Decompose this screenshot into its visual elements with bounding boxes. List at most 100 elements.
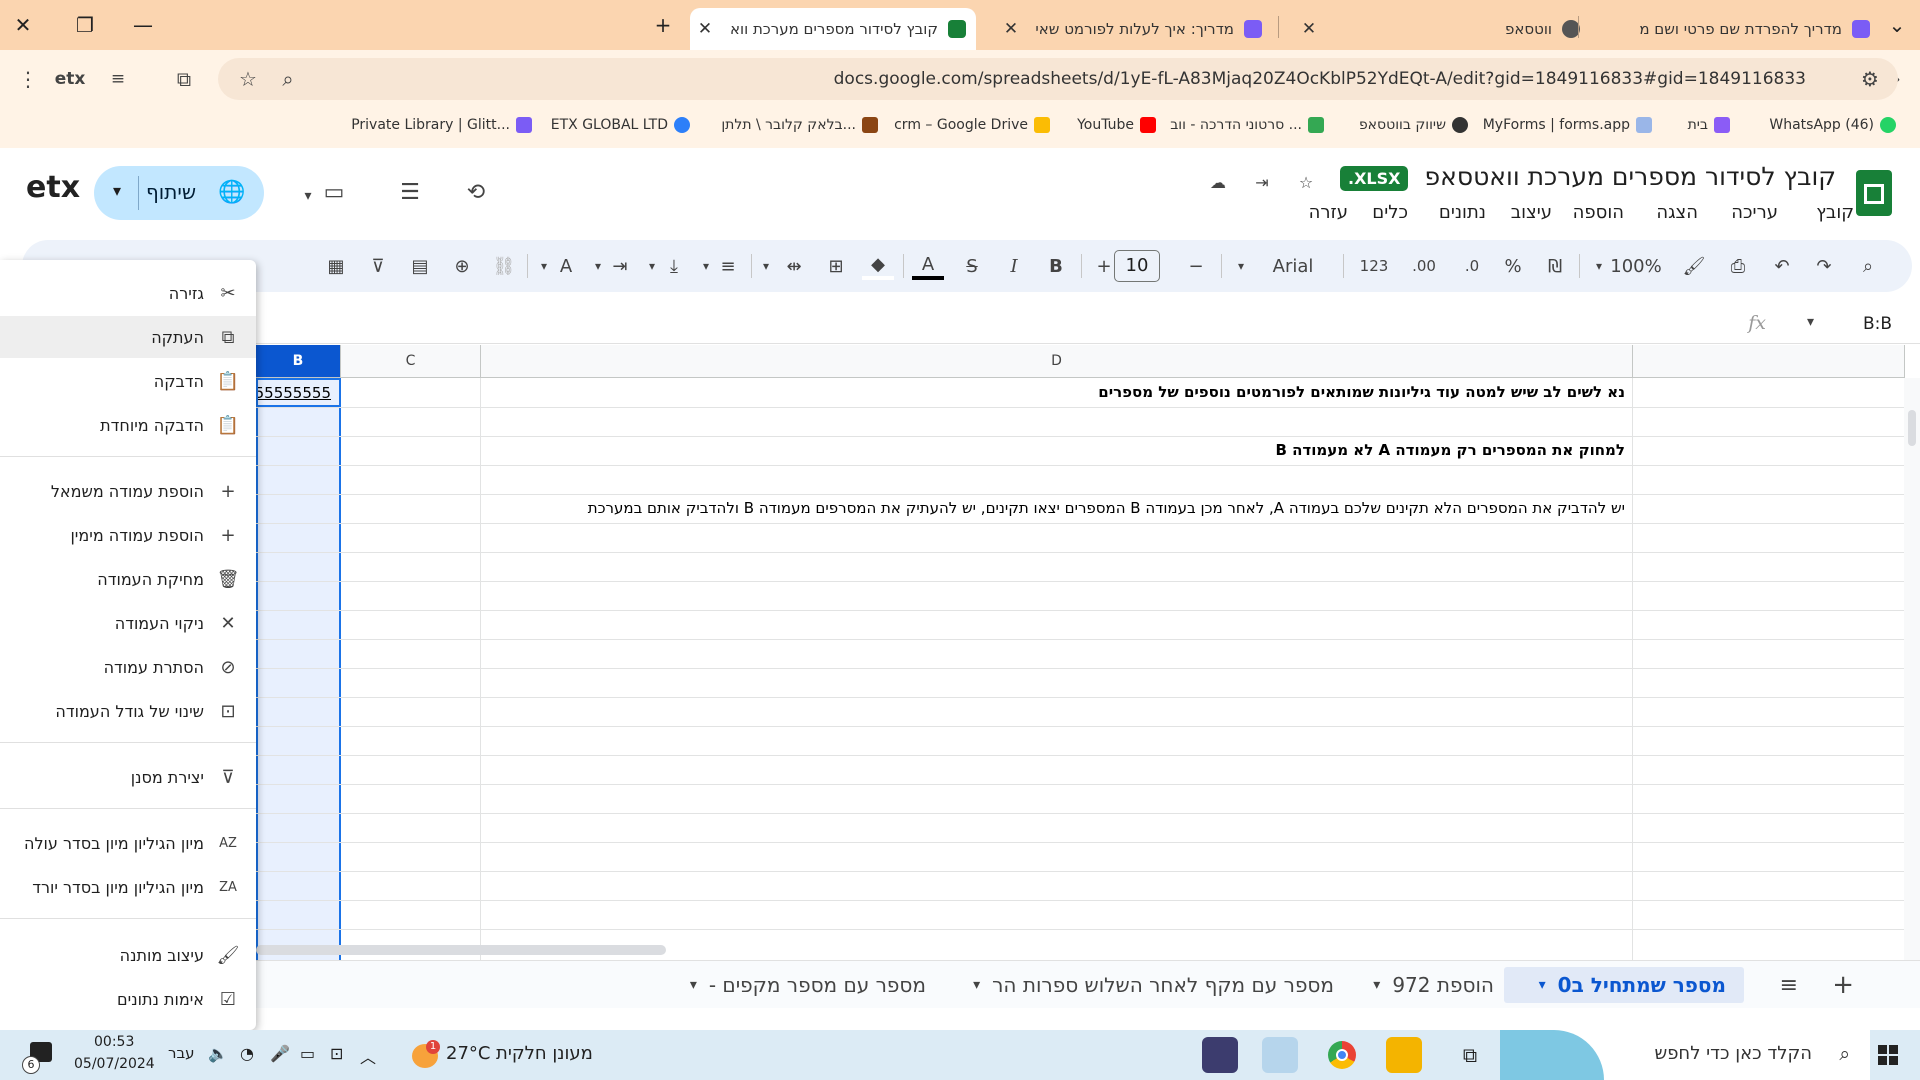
document-title[interactable]: קובץ לסידור מספרים מערכת וואטסאפ: [1425, 162, 1836, 191]
increase-decimal-button[interactable]: .00: [1406, 252, 1442, 280]
borders-icon[interactable]: ⊞: [822, 252, 850, 280]
bookmark-training-videos[interactable]: סרטוני הדרכה - ווב ...: [1170, 117, 1324, 133]
temperature[interactable]: 27°C: [446, 1043, 490, 1064]
print-icon[interactable]: ⎙: [1724, 252, 1752, 280]
close-tab-icon[interactable]: ✕: [1296, 19, 1322, 39]
menu-item-resize-column[interactable]: שינוי של גודל העמודה ⊡: [0, 690, 256, 732]
menu-item-create-filter[interactable]: יצירת מסנן ⊽: [0, 756, 256, 798]
bookmark-black-clover[interactable]: בלאק קלובר \ תלתן...: [721, 117, 878, 133]
bookmark-whatsapp[interactable]: WhatsApp (46): [1769, 117, 1896, 133]
zoom-lens-icon[interactable]: ⌕: [270, 61, 306, 97]
bookmark-whatsapp-marketing[interactable]: שיווק בווטסאפ: [1359, 117, 1468, 133]
url-text[interactable]: docs.google.com/spreadsheets/d/1yE-fL-A8…: [834, 69, 1806, 89]
etx-extension-icon[interactable]: etx: [52, 61, 88, 97]
address-bar[interactable]: ☆ ⌕ docs.google.com/spreadsheets/d/1yE-f…: [218, 58, 1898, 100]
increase-font-size-button[interactable]: +: [1090, 252, 1118, 280]
menu-item-conditional-formatting[interactable]: עיצוב מותנה 🖌: [0, 934, 256, 976]
menu-item-sort-descending[interactable]: מיון הגיליון מיון בסדר יורד ZA: [0, 866, 256, 908]
menu-item-clear-column[interactable]: ניקוי העמודה ✕: [0, 602, 256, 644]
valign-chevron-down-icon[interactable]: ▾: [644, 252, 660, 280]
paint-format-icon[interactable]: 🖌: [1680, 252, 1708, 280]
menu-item-delete-column[interactable]: מחיקת העמודה 🗑: [0, 558, 256, 600]
extensions-puzzle-icon[interactable]: ⧉: [166, 61, 202, 97]
insert-link-icon[interactable]: ⛓: [490, 252, 518, 280]
column-header-d[interactable]: D: [481, 345, 1633, 378]
menu-format[interactable]: עיצוב: [1511, 202, 1552, 223]
cell-d1[interactable]: נא לשים לב שיש למטה עוד גיליונות שמותאים…: [481, 378, 1629, 407]
font-chevron-down-icon[interactable]: ▾: [1232, 252, 1250, 280]
menu-data[interactable]: נתונים: [1439, 202, 1486, 223]
browser-menu-icon[interactable]: ⋮: [10, 61, 46, 97]
vertical-align-icon[interactable]: ⤓: [660, 252, 688, 280]
clock-date[interactable]: 05/07/2024: [74, 1056, 155, 1072]
file-explorer-icon[interactable]: [1386, 1037, 1422, 1073]
sheets-logo-icon[interactable]: [1856, 170, 1892, 216]
move-folder-icon[interactable]: ⇥: [1246, 166, 1278, 198]
close-tab-icon[interactable]: ✕: [692, 19, 718, 39]
menu-tools[interactable]: כלים: [1372, 202, 1408, 223]
chevron-down-icon[interactable]: ▾: [104, 181, 130, 207]
menu-item-insert-column-left[interactable]: הוספת עמודה משמאל +: [0, 470, 256, 512]
menu-item-data-validation[interactable]: אימות נתונים ☑: [0, 978, 256, 1020]
undo-icon[interactable]: ↶: [1768, 252, 1796, 280]
bookmark-private-library[interactable]: Private Library | Glitt...: [351, 117, 532, 133]
horizontal-align-icon[interactable]: ≡: [714, 252, 742, 280]
sheet-chevron-down-icon[interactable]: ▾: [973, 977, 980, 993]
clock-time[interactable]: 00:53: [94, 1034, 134, 1050]
bookmark-youtube[interactable]: YouTube: [1077, 117, 1156, 133]
menu-item-copy[interactable]: העתקה ⧉: [0, 316, 256, 358]
spreadsheet-grid[interactable]: B C D 555555555 נא לשים לב שיש למטה עוד …: [0, 345, 1920, 960]
sheet-chevron-down-icon[interactable]: ▾: [1373, 977, 1380, 993]
version-history-icon[interactable]: ⟲: [460, 176, 492, 208]
zoom-select[interactable]: 100%: [1608, 252, 1664, 280]
horizontal-scrollbar-thumb[interactable]: [256, 945, 666, 955]
share-button[interactable]: ▾ שיתוף 🌐: [94, 166, 264, 220]
percent-format-button[interactable]: %: [1500, 252, 1526, 280]
task-view-icon[interactable]: ⧉: [1452, 1037, 1488, 1073]
sheet-tab-dash-after-three[interactable]: מספר עם מקף לאחר השלוש ספרות הר ▾: [944, 967, 1334, 1003]
sheet-tab-active[interactable]: מספר שמתחיל ב0 ▾: [1504, 967, 1744, 1003]
cloud-status-icon[interactable]: ☁: [1202, 166, 1234, 198]
menu-item-sort-ascending[interactable]: מיון הגיליון מיון בסדר עולה AZ: [0, 822, 256, 864]
sheet-chevron-down-icon[interactable]: ▾: [1539, 977, 1546, 993]
filter-views-icon[interactable]: ▦: [322, 252, 350, 280]
close-tab-icon[interactable]: ✕: [998, 19, 1024, 39]
bookmark-crm-drive[interactable]: crm – Google Drive: [894, 117, 1050, 133]
text-color-button[interactable]: A: [912, 252, 944, 280]
minimize-window-icon[interactable]: —: [120, 0, 166, 50]
font-size-input[interactable]: 10: [1114, 250, 1160, 282]
column-header-b[interactable]: B: [256, 345, 341, 378]
strikethrough-icon[interactable]: S: [958, 252, 986, 280]
menu-item-cut[interactable]: גזירה ✂: [0, 272, 256, 314]
menu-item-hide-column[interactable]: הסתרת עמודה ⊘: [0, 646, 256, 688]
filter-icon[interactable]: ⊽: [364, 252, 392, 280]
all-sheets-menu-icon[interactable]: ≡: [1768, 967, 1798, 1003]
bookmark-star-icon[interactable]: ☆: [230, 61, 266, 97]
comments-icon[interactable]: ☰: [394, 176, 426, 208]
volume-icon[interactable]: 🔈: [208, 1044, 228, 1063]
menu-view[interactable]: הצגה: [1656, 202, 1698, 223]
tab-whatsapp[interactable]: ווטסאפ ✕: [1290, 8, 1590, 50]
glitter-app-icon[interactable]: [1202, 1037, 1238, 1073]
redo-icon[interactable]: ↷: [1810, 252, 1838, 280]
windows-start-icon[interactable]: [1870, 1037, 1906, 1073]
language-indicator[interactable]: עבר: [168, 1044, 195, 1062]
menu-help[interactable]: עזרה: [1309, 202, 1348, 223]
add-sheet-button[interactable]: +: [1824, 967, 1854, 1003]
vertical-scrollbar[interactable]: [1904, 378, 1920, 960]
rotation-chevron-down-icon[interactable]: ▾: [536, 252, 552, 280]
merge-cells-icon[interactable]: ⇹: [780, 252, 808, 280]
bold-button[interactable]: B: [1042, 252, 1070, 280]
sheet-tab-add-972[interactable]: הוספת 972 ▾: [1344, 967, 1494, 1003]
account-logo[interactable]: etx: [26, 170, 80, 205]
text-rotation-icon[interactable]: A: [552, 252, 580, 280]
star-icon[interactable]: ☆: [1290, 166, 1322, 198]
media-controls-icon[interactable]: ≡: [100, 61, 136, 97]
bookmark-myforms[interactable]: MyForms | forms.app: [1483, 117, 1652, 133]
namebox-chevron-down-icon[interactable]: ▾: [1807, 314, 1814, 330]
restore-window-icon[interactable]: ❐: [62, 0, 108, 50]
video-call-icon[interactable]: ▭: [318, 176, 350, 208]
battery-icon[interactable]: ▭: [300, 1044, 315, 1063]
column-header-c[interactable]: C: [341, 345, 481, 378]
search-menus-icon[interactable]: ⌕: [1854, 252, 1882, 280]
